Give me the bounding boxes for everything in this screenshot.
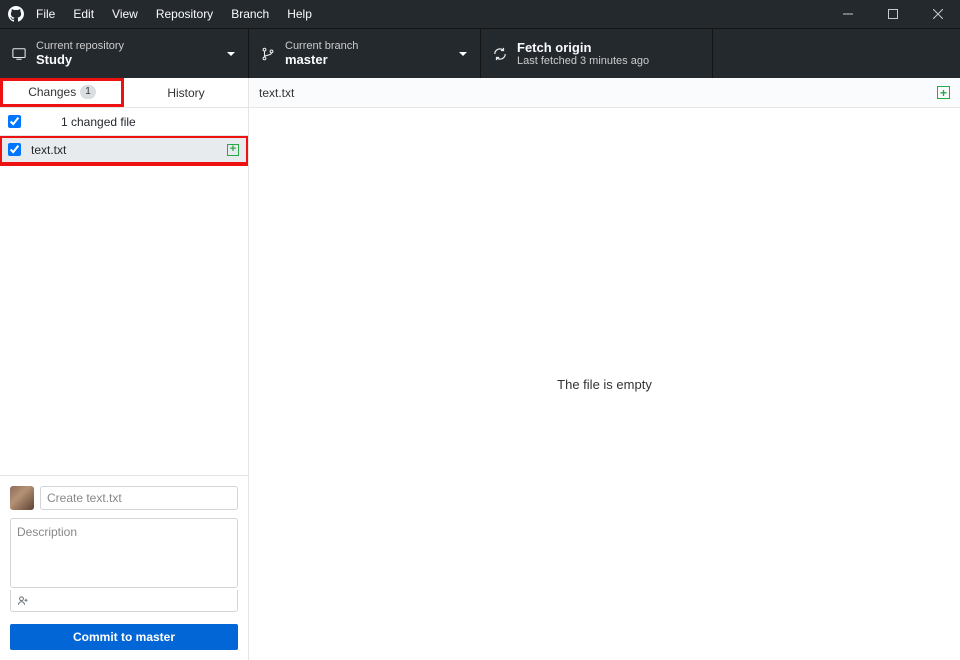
toolbar-spacer (713, 29, 960, 78)
commit-button-branch: master (136, 630, 175, 644)
tab-changes-label: Changes (28, 85, 76, 99)
menu-edit[interactable]: Edit (73, 7, 94, 21)
changed-files-list: text.txt + (0, 136, 248, 475)
diff-file-header: text.txt + (249, 78, 960, 108)
tab-history[interactable]: History (124, 78, 248, 107)
menu-branch[interactable]: Branch (231, 7, 269, 21)
menu-file[interactable]: File (36, 7, 55, 21)
sidebar: Changes 1 History 1 changed file text.tx… (0, 78, 249, 660)
person-plus-icon (17, 595, 29, 607)
tab-changes[interactable]: Changes 1 (0, 78, 124, 107)
changed-summary: 1 changed file (61, 115, 136, 129)
fetch-label: Fetch origin (517, 40, 591, 55)
menu-help[interactable]: Help (287, 7, 312, 21)
github-logo-icon (8, 6, 24, 22)
branch-icon (261, 47, 275, 61)
commit-button-prefix: Commit to (73, 630, 136, 644)
changed-file-row[interactable]: text.txt + (0, 136, 248, 164)
changed-files-header: 1 changed file (0, 108, 248, 136)
chevron-down-icon (458, 49, 468, 59)
commit-summary-input[interactable] (40, 486, 238, 510)
add-co-author-button[interactable] (10, 590, 238, 612)
empty-file-text: The file is empty (557, 377, 652, 392)
maximize-button[interactable] (870, 0, 915, 28)
changes-count-badge: 1 (80, 85, 96, 99)
diff-pane: text.txt + The file is empty (249, 78, 960, 660)
branch-name: master (285, 52, 328, 67)
monitor-icon (12, 47, 26, 61)
commit-description-input[interactable] (10, 518, 238, 588)
menu-view[interactable]: View (112, 7, 138, 21)
empty-file-message: The file is empty (249, 108, 960, 660)
added-status-icon: + (227, 144, 239, 156)
file-name: text.txt (31, 143, 227, 157)
repo-name: Study (36, 52, 72, 67)
chevron-down-icon (226, 49, 236, 59)
sidebar-tabs: Changes 1 History (0, 78, 248, 108)
branch-label: Current branch (285, 40, 358, 52)
avatar (10, 486, 34, 510)
fetch-sub: Last fetched 3 minutes ago (517, 55, 649, 67)
maximize-icon (888, 9, 898, 19)
current-repository-selector[interactable]: Current repository Study (0, 29, 249, 78)
close-icon (933, 9, 943, 19)
select-all-checkbox[interactable] (8, 115, 21, 128)
title-bar: File Edit View Repository Branch Help (0, 0, 960, 28)
sync-icon (493, 47, 507, 61)
toolbar: Current repository Study Current branch … (0, 28, 960, 78)
repo-label: Current repository (36, 40, 124, 52)
added-status-icon: + (937, 86, 950, 99)
diff-file-name: text.txt (259, 86, 294, 100)
tab-history-label: History (167, 86, 204, 100)
fetch-origin-button[interactable]: Fetch origin Last fetched 3 minutes ago (481, 29, 713, 78)
minimize-button[interactable] (825, 0, 870, 28)
current-branch-selector[interactable]: Current branch master (249, 29, 481, 78)
file-checkbox[interactable] (8, 143, 21, 156)
menu-repository[interactable]: Repository (156, 7, 213, 21)
close-button[interactable] (915, 0, 960, 28)
commit-form: Commit to master (0, 475, 248, 660)
commit-button[interactable]: Commit to master (10, 624, 238, 650)
minimize-icon (843, 9, 853, 19)
